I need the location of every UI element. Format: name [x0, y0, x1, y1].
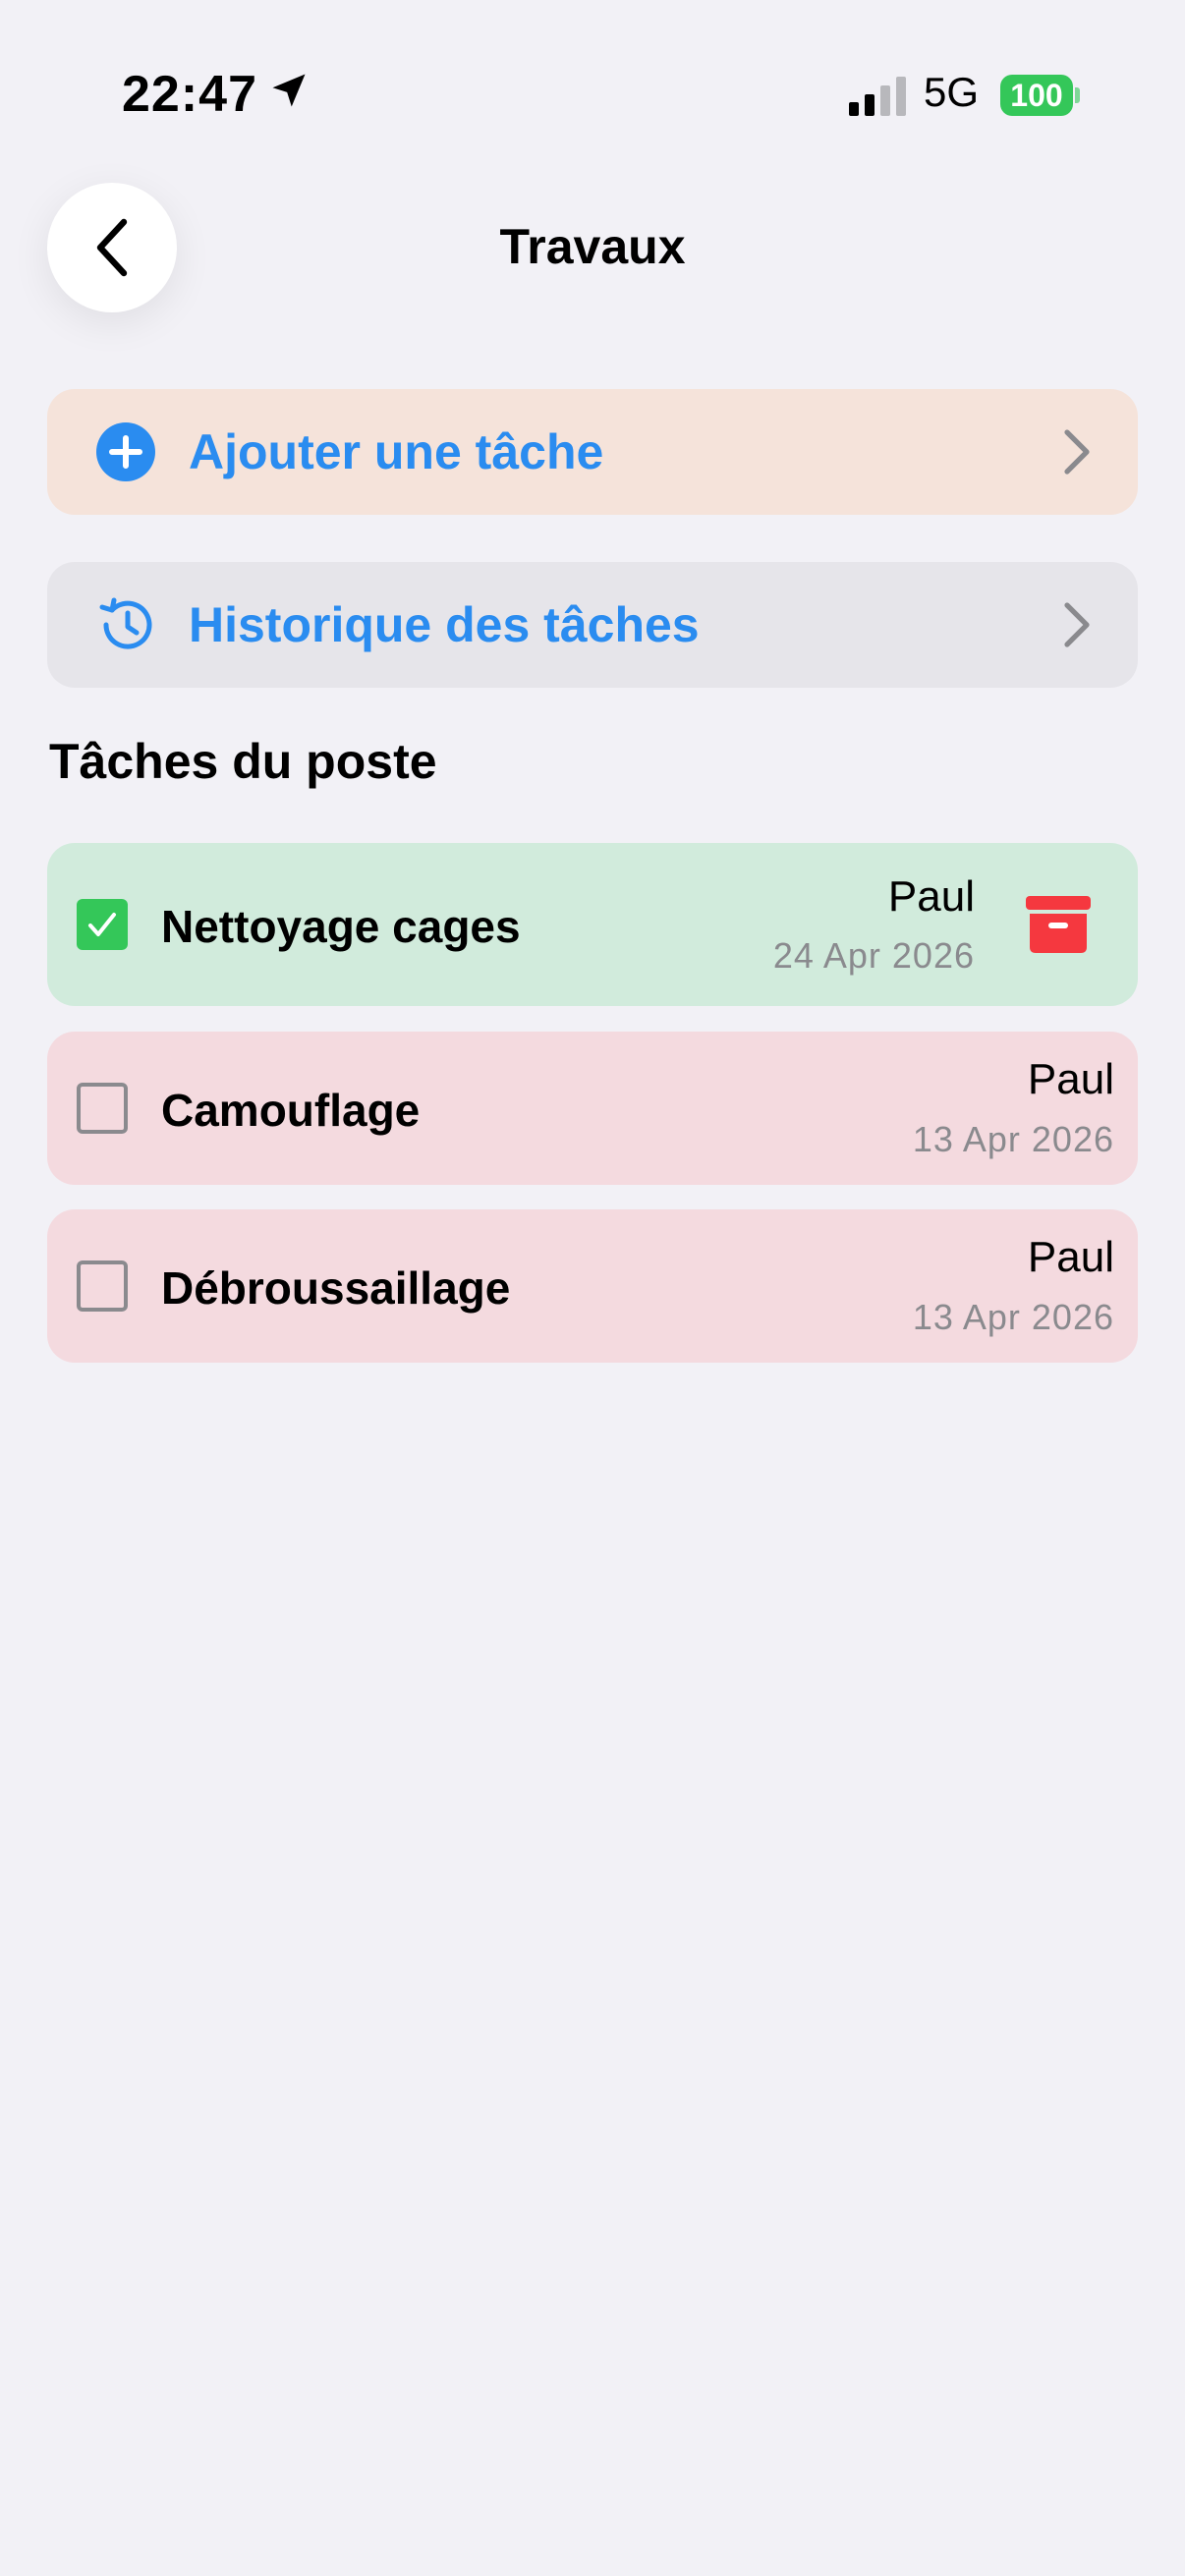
- task-assignee: Paul: [1027, 1233, 1114, 1281]
- task-history-label: Historique des tâches: [189, 597, 700, 652]
- chevron-right-icon: [1064, 429, 1090, 475]
- page-title: Travaux: [499, 219, 686, 274]
- add-task-label: Ajouter une tâche: [189, 424, 604, 479]
- location-arrow-icon: [272, 74, 306, 107]
- task-assignee: Paul: [887, 872, 975, 921]
- task-name: Camouflage: [161, 1085, 421, 1136]
- clock-history-icon: [99, 597, 152, 649]
- task-row[interactable]: Nettoyage cages Paul 24 Apr 2026: [47, 843, 1138, 1006]
- add-task-button[interactable]: Ajouter une tâche: [47, 389, 1138, 515]
- task-name: Débroussaillage: [161, 1262, 511, 1314]
- archive-box-icon[interactable]: [1026, 892, 1091, 957]
- task-name: Nettoyage cages: [161, 901, 521, 952]
- task-row[interactable]: Débroussaillage Paul 13 Apr 2026: [47, 1209, 1138, 1363]
- signal-icon: [849, 77, 906, 116]
- status-time: 22:47: [122, 66, 257, 123]
- task-assignee: Paul: [1027, 1055, 1114, 1103]
- battery-indicator: 100: [1000, 75, 1073, 116]
- plus-circle-icon: [96, 422, 155, 481]
- checkmark-icon: [88, 913, 116, 936]
- task-row[interactable]: Camouflage Paul 13 Apr 2026: [47, 1032, 1138, 1185]
- section-title: Tâches du poste: [49, 734, 437, 789]
- task-date: 13 Apr 2026: [912, 1119, 1114, 1159]
- task-checkbox[interactable]: [77, 899, 128, 950]
- task-history-button[interactable]: Historique des tâches: [47, 562, 1138, 688]
- task-date: 24 Apr 2026: [772, 935, 975, 976]
- task-checkbox[interactable]: [77, 1083, 128, 1134]
- battery-tip: [1075, 87, 1080, 103]
- chevron-right-icon: [1064, 602, 1090, 647]
- status-bar: 22:47 5G 100: [0, 0, 1185, 187]
- task-checkbox[interactable]: [77, 1260, 128, 1312]
- task-date: 13 Apr 2026: [912, 1297, 1114, 1337]
- battery-level: 100: [1010, 77, 1063, 113]
- network-label: 5G: [924, 69, 980, 115]
